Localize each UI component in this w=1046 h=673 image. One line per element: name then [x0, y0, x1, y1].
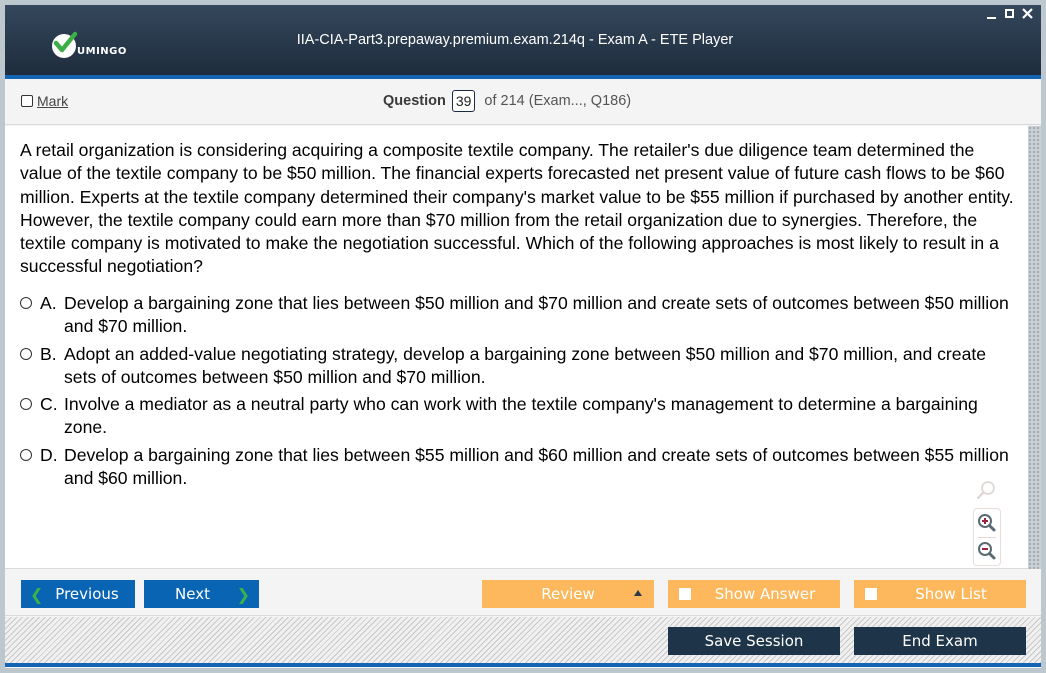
window-title: IIA-CIA-Part3.prepaway.premium.exam.214q…	[5, 32, 1046, 48]
close-button[interactable]	[1021, 7, 1033, 19]
zoom-in-button[interactable]	[977, 513, 997, 537]
zoom-out-button[interactable]	[977, 541, 997, 565]
show-answer-checkbox[interactable]	[679, 588, 691, 600]
question-number-input[interactable]: 39	[451, 90, 476, 112]
answer-radio[interactable]	[20, 297, 32, 309]
maximize-icon	[1004, 8, 1014, 18]
vertical-scrollbar[interactable]	[1028, 126, 1041, 569]
question-header: Mark Question 39 of 214 (Exam..., Q186)	[5, 79, 1041, 125]
answer-radio[interactable]	[20, 347, 32, 360]
zoom-in-icon	[978, 514, 996, 532]
question-total: of 214 (Exam..., Q186)	[484, 93, 632, 109]
show-answer-label: Show Answer	[714, 585, 816, 603]
answer-option-c[interactable]: C. Involve a mediator as a neutral party…	[20, 393, 1020, 440]
zoom-out-icon	[978, 542, 996, 560]
answer-text: Adopt an added-value negotiating strateg…	[64, 343, 987, 387]
show-answer-toggle[interactable]: Show Answer	[668, 580, 840, 608]
mark-label: Mark	[37, 93, 69, 109]
answer-radio[interactable]	[20, 448, 32, 461]
end-exam-button[interactable]: End Exam	[854, 627, 1026, 655]
window-title-text: IIA-CIA-Part3.prepaway.premium.exam.214q…	[296, 32, 734, 48]
answer-text: Develop a bargaining zone that lies betw…	[64, 293, 1009, 337]
next-label: Next	[175, 585, 210, 603]
answer-letter: C.	[40, 394, 58, 415]
review-label: Review	[541, 585, 595, 603]
chevron-left-icon: ❮	[30, 585, 44, 604]
navigation-bar: ❮ Previous Next ❯ Review Show Answer Sho…	[5, 570, 1041, 616]
save-session-button[interactable]: Save Session	[668, 627, 840, 655]
question-content: A retail organization is considering acq…	[5, 126, 1028, 569]
end-exam-label: End Exam	[902, 632, 978, 650]
show-list-toggle[interactable]: Show List	[854, 580, 1026, 608]
answer-option-a[interactable]: A. Develop a bargaining zone that lies b…	[20, 292, 1020, 339]
zoom-separator	[978, 537, 996, 538]
zoom-button-group	[973, 508, 1001, 566]
previous-label: Previous	[55, 585, 119, 603]
close-icon	[1021, 7, 1033, 19]
answer-list: A. Develop a bargaining zone that lies b…	[20, 292, 1020, 494]
question-label: Question	[383, 93, 446, 109]
caret-up-icon	[634, 590, 642, 596]
question-text: A retail organization is considering acq…	[20, 140, 1014, 277]
review-button[interactable]: Review	[482, 580, 654, 608]
zoom-reset-icon	[976, 481, 995, 500]
show-list-label: Show List	[915, 585, 987, 603]
answer-letter: B.	[40, 343, 57, 364]
minimize-icon	[986, 16, 996, 19]
ete-player-window: UMINGO IIA-CIA-Part3.prepaway.premium.ex…	[5, 5, 1041, 668]
zoom-reset-button[interactable]	[975, 480, 997, 506]
answer-option-b[interactable]: B. Adopt an added-value negotiating stra…	[20, 343, 1020, 390]
maximize-button[interactable]	[1003, 7, 1015, 19]
previous-button[interactable]: ❮ Previous	[21, 580, 135, 608]
footer-accent-bar	[5, 663, 1041, 667]
question-indicator: Question 39 of 214 (Exam..., Q186)	[383, 90, 631, 112]
mark-checkbox-box[interactable]	[21, 95, 33, 107]
show-list-checkbox[interactable]	[865, 588, 877, 600]
answer-text: Develop a bargaining zone that lies betw…	[64, 444, 1009, 489]
answer-letter: A.	[40, 293, 57, 313]
minimize-button[interactable]	[985, 7, 997, 19]
answer-radio[interactable]	[20, 398, 32, 411]
window-controls	[985, 7, 1033, 19]
mark-checkbox[interactable]: Mark	[21, 93, 68, 109]
chevron-right-icon: ❯	[236, 585, 250, 604]
save-session-label: Save Session	[704, 632, 804, 650]
footer-bar: Save Session End Exam	[5, 617, 1041, 663]
answer-option-d[interactable]: D. Develop a bargaining zone that lies b…	[20, 444, 1020, 491]
answer-letter: D.	[40, 444, 58, 465]
next-button[interactable]: Next ❯	[144, 580, 259, 608]
title-bar: UMINGO IIA-CIA-Part3.prepaway.premium.ex…	[5, 5, 1041, 75]
answer-text: Involve a mediator as a neutral party wh…	[64, 394, 978, 438]
